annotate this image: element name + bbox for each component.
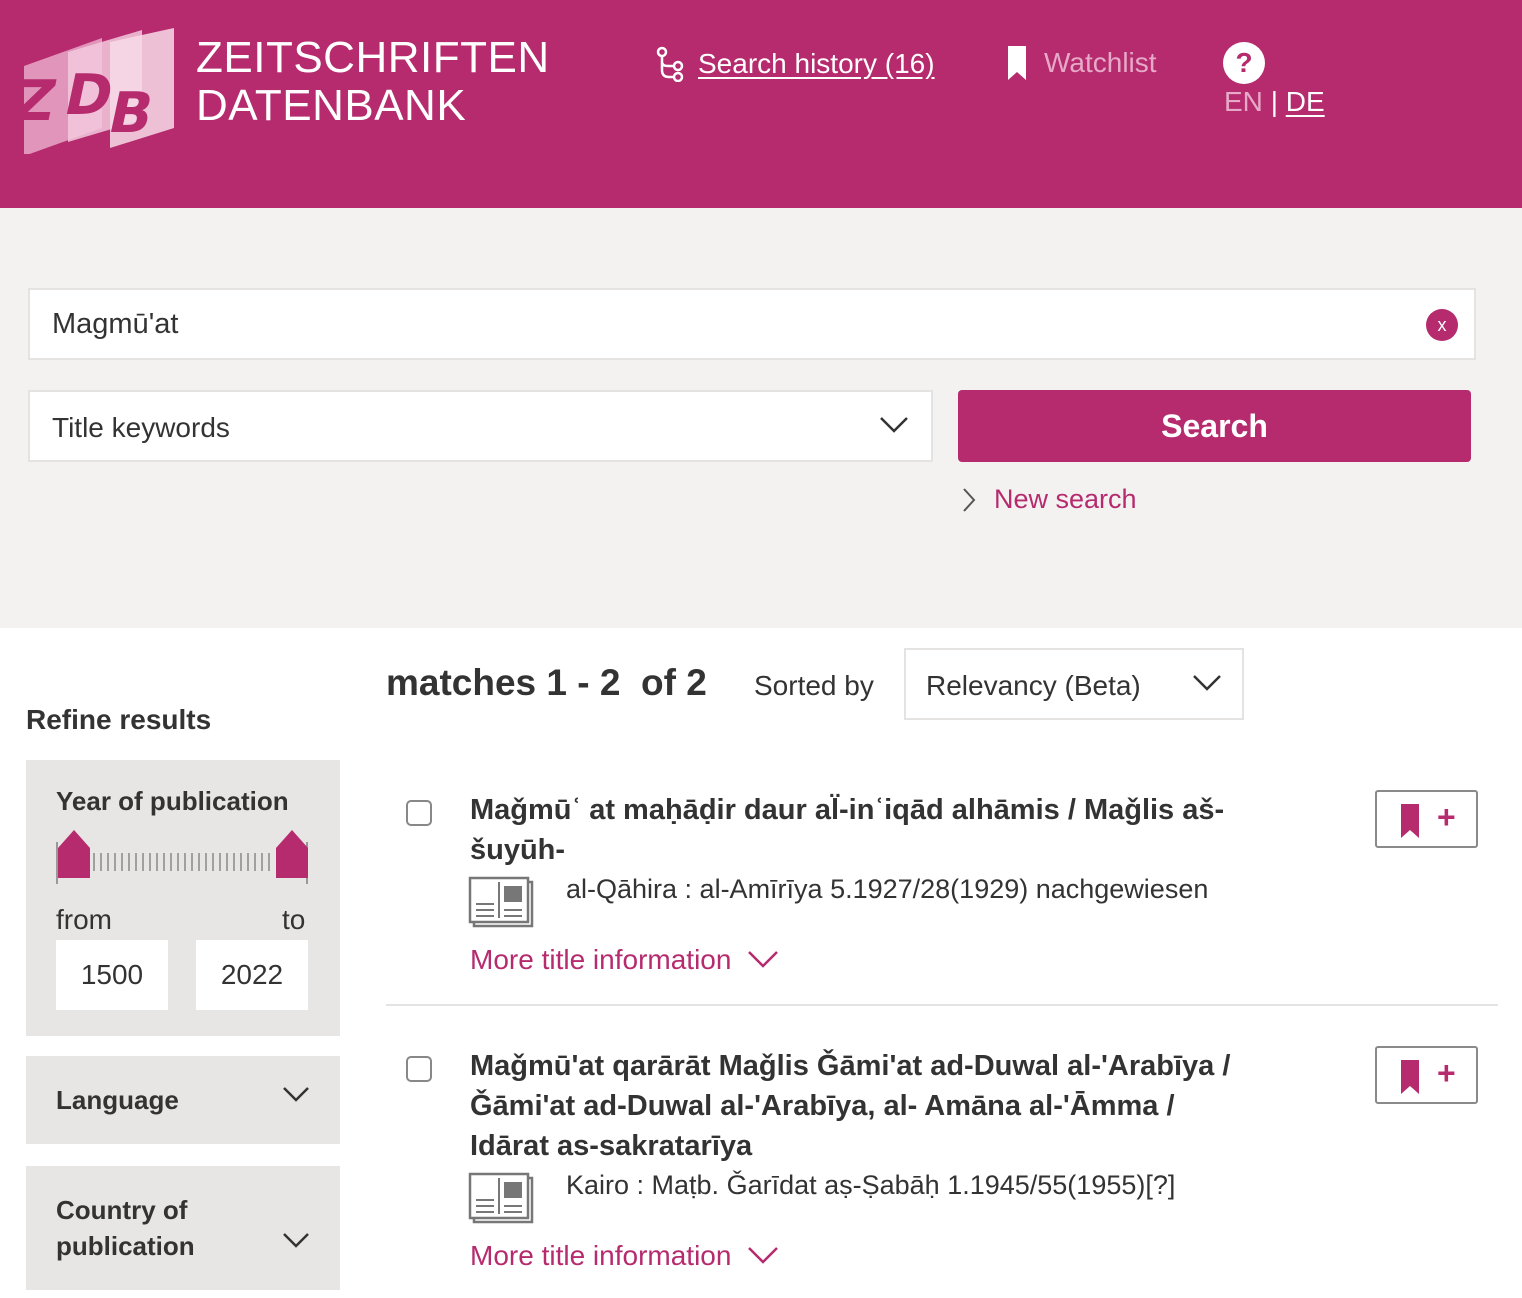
result-item: Maǧmū'at qarārāt Maǧlis Ǧāmi'at ad-Duwal… xyxy=(386,1036,1498,1298)
newspaper-icon xyxy=(468,876,534,928)
result-title-line-3: Idārat as-sakratarīya xyxy=(470,1130,753,1162)
brand-line-2: DATENBANK xyxy=(196,81,467,130)
history-icon xyxy=(656,46,684,82)
search-history-link[interactable]: Search history (16) xyxy=(656,46,935,82)
watchlist-label: Watchlist xyxy=(1044,47,1157,78)
newspaper-icon xyxy=(468,1172,534,1224)
country-facet-line-2: publication xyxy=(56,1231,195,1261)
result-title[interactable]: Maǧmū'at qarārāt Maǧlis Ǧāmi'at ad-Duwal… xyxy=(470,1046,1330,1166)
language-facet[interactable]: Language xyxy=(26,1056,340,1144)
search-field-value: Title keywords xyxy=(52,412,230,443)
lang-en[interactable]: EN xyxy=(1224,86,1263,117)
more-title-info-label: More title information xyxy=(470,1240,732,1271)
brand-line-1: ZEITSCHRIFTEN xyxy=(196,33,550,82)
chevron-down-icon xyxy=(748,1247,779,1264)
refine-results-heading: Refine results xyxy=(26,704,212,735)
more-title-info-link[interactable]: More title information xyxy=(470,944,779,976)
result-title-line-2: Ǧāmi'at ad-Duwal al-'Arabīya, al- Amāna … xyxy=(470,1090,1175,1122)
search-field-select[interactable]: Title keywords xyxy=(28,390,933,462)
search-input[interactable]: Magmū'at x xyxy=(28,288,1476,360)
more-title-info-link[interactable]: More title information xyxy=(470,1240,779,1272)
bookmark-icon xyxy=(1401,1060,1419,1094)
result-holdings: al-Qāhira : al-Amīrīya 5.1927/28(1929) n… xyxy=(566,874,1209,904)
slider-handle-from xyxy=(58,830,90,878)
bookmark-icon xyxy=(1401,804,1419,838)
chevron-right-icon xyxy=(963,487,976,512)
result-checkbox[interactable] xyxy=(406,800,432,826)
country-facet-line-1: Country of xyxy=(56,1195,188,1225)
chevron-down-icon xyxy=(1193,675,1221,691)
add-to-watchlist-button[interactable]: + xyxy=(1375,1046,1478,1104)
chevron-down-icon xyxy=(748,951,779,968)
site-header: Z D B ZEITSCHRIFTEN DATENBANK Search his… xyxy=(0,0,1522,208)
country-facet-title: Country of publication xyxy=(56,1192,195,1264)
slider-handle-to xyxy=(276,830,308,878)
watchlist-link[interactable]: Watchlist xyxy=(1008,46,1157,80)
help-icon[interactable]: ? xyxy=(1223,42,1265,84)
chevron-down-icon xyxy=(880,417,908,433)
result-holdings: Kairo : Maṭb. Ǧarīdat aṣ-Ṣabāḥ 1.1945/55… xyxy=(566,1170,1176,1200)
result-title-line-1: Maǧmūʿ at maḥāḍir daur al̈-inʿiqād alhām… xyxy=(470,794,1225,826)
matches-count: matches 1 - 2 of 2 xyxy=(386,662,707,703)
sort-value: Relevancy (Beta) xyxy=(926,670,1141,701)
year-range-slider[interactable] xyxy=(56,830,308,884)
result-item: Maǧmūʿ at maḥāḍir daur al̈-inʿiqād alhām… xyxy=(386,780,1498,1000)
year-from-label: from xyxy=(56,904,112,935)
search-query[interactable]: Magmū'at xyxy=(52,308,178,341)
zdb-logo[interactable]: Z D B xyxy=(24,28,184,154)
chevron-down-icon xyxy=(283,1087,309,1102)
bookmark-icon xyxy=(1008,46,1026,80)
sort-select[interactable]: Relevancy (Beta) xyxy=(904,648,1244,720)
language-facet-title: Language xyxy=(56,1085,179,1115)
country-facet[interactable]: Country of publication xyxy=(26,1166,340,1290)
result-title-line-2: šuyūh- xyxy=(470,834,566,866)
sorted-by-label: Sorted by xyxy=(754,670,874,701)
lang-separator: | xyxy=(1270,86,1278,117)
add-to-watchlist-button[interactable]: + xyxy=(1375,790,1478,848)
year-facet-title: Year of publication xyxy=(56,786,289,816)
chevron-down-icon xyxy=(283,1233,309,1248)
clear-icon[interactable]: x xyxy=(1426,309,1458,341)
result-checkbox[interactable] xyxy=(406,1056,432,1082)
result-divider xyxy=(386,1004,1498,1006)
brand-name[interactable]: ZEITSCHRIFTEN DATENBANK xyxy=(196,34,550,130)
add-icon: + xyxy=(1437,1055,1456,1091)
year-to-input[interactable]: 2022 xyxy=(196,940,308,1010)
new-search-link[interactable]: New search xyxy=(962,484,1137,515)
language-switch: EN | DE xyxy=(1224,86,1325,118)
year-from-input[interactable]: 1500 xyxy=(56,940,168,1010)
search-panel: Magmū'at x Title keywords Search New sea… xyxy=(0,208,1522,628)
more-title-info-label: More title information xyxy=(470,944,732,975)
new-search-label: New search xyxy=(994,484,1137,514)
search-history-label: Search history (16) xyxy=(698,48,935,79)
lang-de[interactable]: DE xyxy=(1286,86,1325,117)
search-button[interactable]: Search xyxy=(958,390,1471,462)
add-icon: + xyxy=(1437,799,1456,835)
year-facet: Year of publication from to 1500 2022 xyxy=(26,760,340,1036)
year-to-label: to xyxy=(282,904,306,935)
result-title-line-1: Maǧmū'at qarārāt Maǧlis Ǧāmi'at ad-Duwal… xyxy=(470,1050,1231,1082)
result-title[interactable]: Maǧmūʿ at maḥāḍir daur al̈-inʿiqād alhām… xyxy=(470,790,1330,870)
